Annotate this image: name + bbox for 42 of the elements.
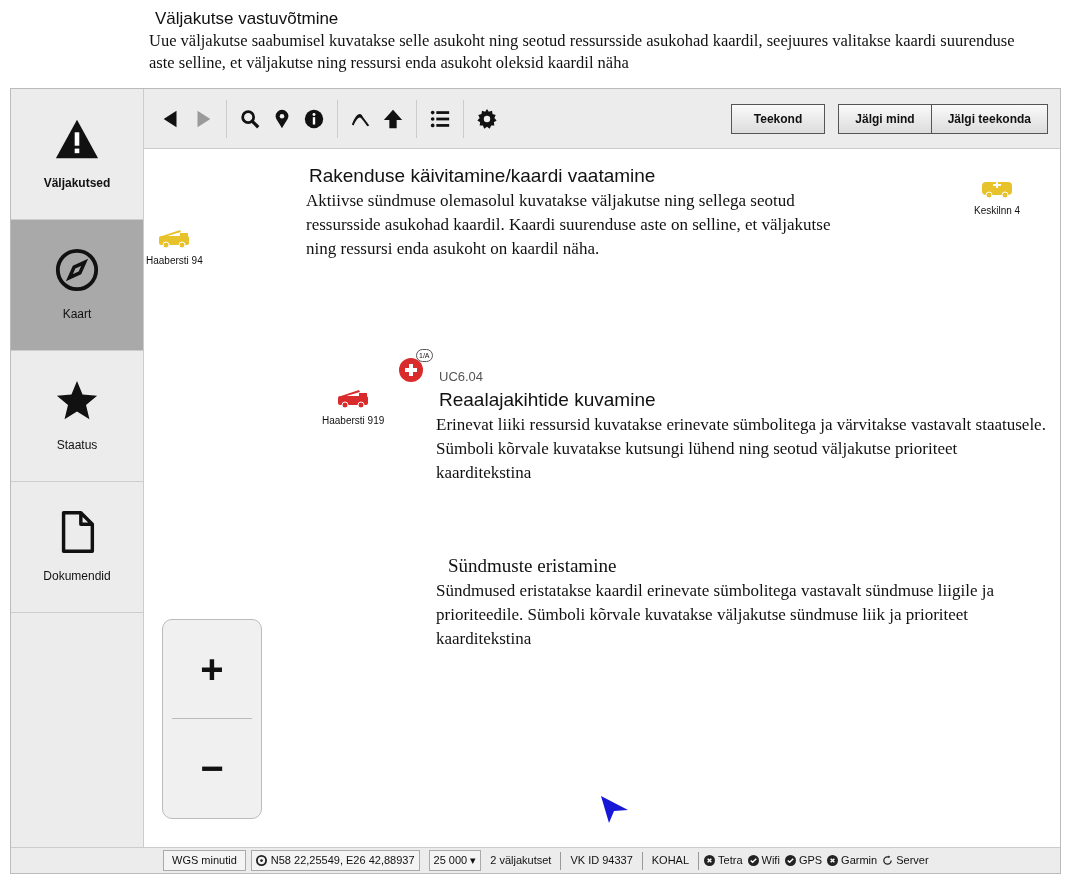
- status-text: Server: [896, 853, 929, 869]
- status-text: Tetra: [718, 853, 743, 869]
- annotation-title: Reaalajakihtide kuvamine: [439, 387, 657, 412]
- zoom-out-button[interactable]: −: [163, 719, 261, 817]
- search-icon[interactable]: [239, 107, 261, 130]
- crosshair-icon: [255, 855, 267, 866]
- check-icon: [784, 855, 796, 866]
- use-case-code: UC6.04: [439, 368, 485, 386]
- annotation-text: Aktiivse sündmuse olemasolul kuvatakse väljakutse ning sellega seotud ressursside asukohad kaardil. Kaardi suurenduse aste on selline, et väljakutse ning ressursi enda asukoht on kaardil näha.: [306, 190, 832, 260]
- refresh-icon: [882, 855, 894, 866]
- status-text: KOHAL: [650, 853, 691, 869]
- annotation-title: Sündmuste eristamine: [448, 554, 618, 578]
- coordinates-field[interactable]: N58 22,25549, E26 42,88937: [250, 850, 420, 871]
- info-icon[interactable]: [303, 107, 325, 130]
- sidebar-item[interactable]: Kaart: [11, 220, 143, 351]
- marker-label: Keskilnn 4: [974, 204, 1021, 218]
- coordinates-text: N58 22,25549, E26 42,88937: [270, 853, 415, 869]
- status-text: Wifi: [761, 853, 780, 869]
- marker-label: Haabersti 919: [322, 414, 385, 428]
- error-icon: [704, 855, 716, 866]
- marker-label: Haabersti 94: [146, 254, 203, 268]
- check-icon: [747, 855, 759, 866]
- track-button[interactable]: Jälgi mind: [838, 103, 932, 134]
- scale-select[interactable]: 25 000 ▾: [428, 850, 482, 871]
- status-text: Garmin: [841, 853, 878, 869]
- annotation-title: Rakenduse käivitamine/kaardi vaatamine: [309, 164, 657, 188]
- cursor-icon: [599, 794, 629, 824]
- route-button[interactable]: Teekond: [730, 103, 826, 134]
- zoom-in-button[interactable]: +: [163, 620, 261, 718]
- error-icon: [827, 855, 839, 866]
- settings-icon[interactable]: [476, 107, 498, 130]
- annotation-text: Sündmused eristatakse kaardil erinevate sümbolitega vastavalt sündmuse liigile ja prioriteedile. Sümboli kõrvale kuvatakse väljakutse sündmuse liik ja prioriteet kaarditekstina: [436, 580, 996, 650]
- track-button[interactable]: Jälgi teekonda: [931, 103, 1048, 134]
- status-text: VK ID 94337: [569, 853, 634, 869]
- annotation-text: Erinevat liiki ressursid kuvatakse erinevate sümbolitega ja värvitakse vastavalt staatusele. Sümboli kõrvale kuvatakse kutsungi lühend ning seotud väljakutse prioriteet kaarditekstina: [436, 413, 1046, 484]
- up-arrow-icon[interactable]: [382, 107, 404, 130]
- status-text: GPS: [798, 853, 823, 869]
- status-text: 2 väljakutset: [489, 853, 553, 869]
- annotation-title: Väljakutse vastuvõtmine: [154, 8, 340, 30]
- compass-icon: [54, 247, 100, 293]
- annotation-text: Uue väljakutse saabumisel kuvatakse selle asukoht ning seotud ressursside asukohad kaardil, seejuures valitakse kaardi suurenduse aste selline, et väljakutse ning ressursi enda asukoht oleksid kaardil näha: [149, 30, 1016, 74]
- coordinate-format-field[interactable]: WGS minutid: [163, 850, 246, 871]
